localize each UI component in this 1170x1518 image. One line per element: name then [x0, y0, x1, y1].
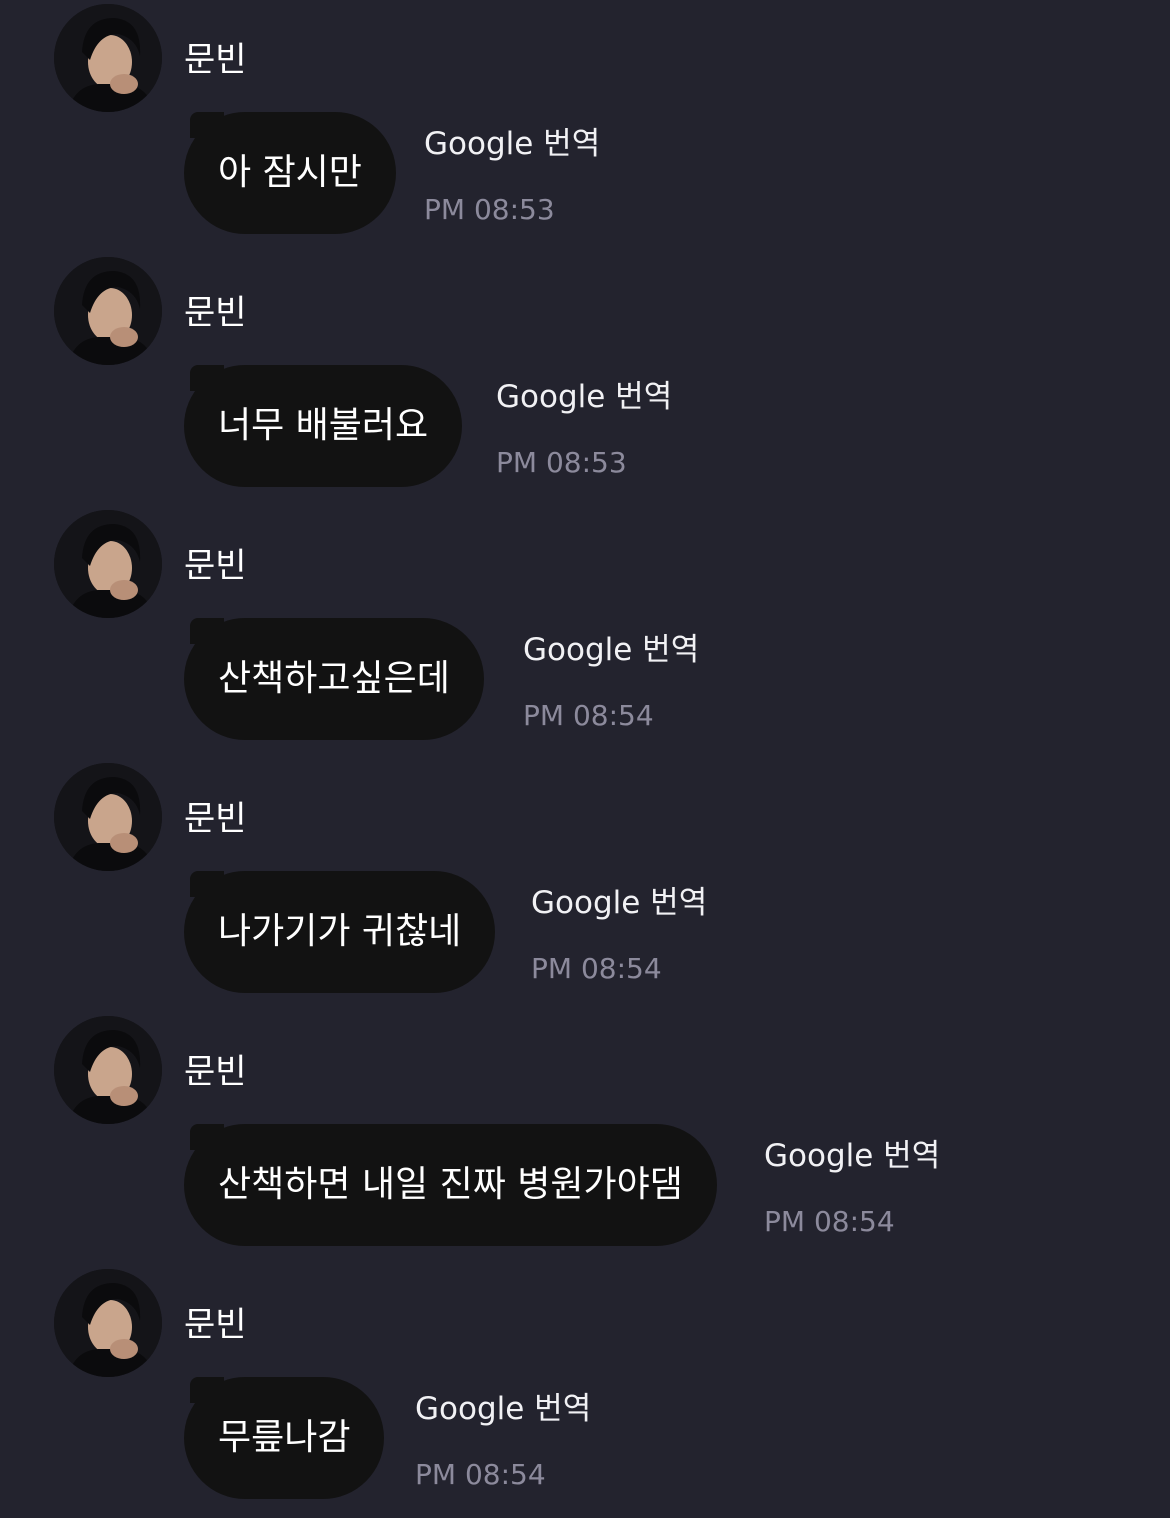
google-translate-link[interactable]: Google 번역	[415, 1387, 591, 1431]
google-translate-link[interactable]: Google 번역	[531, 881, 707, 925]
google-translate-link[interactable]: Google 번역	[523, 628, 699, 672]
message-meta: Google 번역 PM 08:54	[531, 881, 707, 987]
sender-name: 문빈	[184, 293, 247, 333]
avatar[interactable]	[54, 1016, 162, 1124]
message-timestamp: PM 08:54	[523, 699, 654, 732]
sender-name: 문빈	[184, 546, 247, 586]
google-translate-link[interactable]: Google 번역	[764, 1134, 940, 1178]
message-bubble[interactable]: 무릎나감	[184, 1377, 385, 1499]
message-timestamp: PM 08:53	[424, 193, 555, 226]
message-meta: Google 번역 PM 08:54	[523, 628, 699, 734]
avatar[interactable]	[54, 257, 162, 365]
message-meta: Google 번역 PM 08:53	[424, 122, 600, 228]
google-translate-link[interactable]: Google 번역	[424, 122, 600, 166]
message-timestamp: PM 08:53	[496, 446, 627, 479]
profile-photo-icon	[54, 763, 162, 871]
message-item: 문빈 무릎나감 Google 번역 PM 08:54	[0, 1265, 1170, 1518]
profile-photo-icon	[54, 4, 162, 112]
message-timestamp: PM 08:54	[415, 1458, 546, 1491]
message-timestamp: PM 08:54	[531, 952, 662, 985]
avatar[interactable]	[54, 4, 162, 112]
profile-photo-icon	[54, 1016, 162, 1124]
message-item: 문빈 너무 배불러요 Google 번역 PM 08:53	[0, 253, 1170, 506]
message-meta: Google 번역 PM 08:54	[415, 1387, 591, 1493]
message-item: 문빈 산책하면 내일 진짜 병원가야댐 Google 번역 PM 08:54	[0, 1012, 1170, 1265]
profile-photo-icon	[54, 510, 162, 618]
message-timestamp: PM 08:54	[764, 1205, 895, 1238]
avatar[interactable]	[54, 510, 162, 618]
message-meta: Google 번역 PM 08:54	[764, 1134, 940, 1240]
avatar[interactable]	[54, 1269, 162, 1377]
message-bubble[interactable]: 아 잠시만	[184, 112, 396, 234]
message-meta: Google 번역 PM 08:53	[496, 375, 672, 481]
sender-name: 문빈	[184, 799, 247, 839]
profile-photo-icon	[54, 1269, 162, 1377]
message-bubble[interactable]: 너무 배불러요	[184, 365, 463, 487]
sender-name: 문빈	[184, 1052, 247, 1092]
message-item: 문빈 아 잠시만 Google 번역 PM 08:53	[0, 0, 1170, 253]
google-translate-link[interactable]: Google 번역	[496, 375, 672, 419]
message-bubble[interactable]: 산책하고싶은데	[184, 618, 484, 740]
sender-name: 문빈	[184, 1305, 247, 1345]
avatar[interactable]	[54, 763, 162, 871]
message-bubble[interactable]: 산책하면 내일 진짜 병원가야댐	[184, 1124, 717, 1246]
chat-message-list[interactable]: 문빈 아 잠시만 Google 번역 PM 08:53 문빈 너무 배불러요 G…	[0, 0, 1170, 1511]
message-item: 문빈 산책하고싶은데 Google 번역 PM 08:54	[0, 506, 1170, 759]
message-bubble[interactable]: 나가기가 귀찮네	[184, 871, 496, 993]
sender-name: 문빈	[184, 40, 247, 80]
profile-photo-icon	[54, 257, 162, 365]
message-item: 문빈 나가기가 귀찮네 Google 번역 PM 08:54	[0, 759, 1170, 1012]
